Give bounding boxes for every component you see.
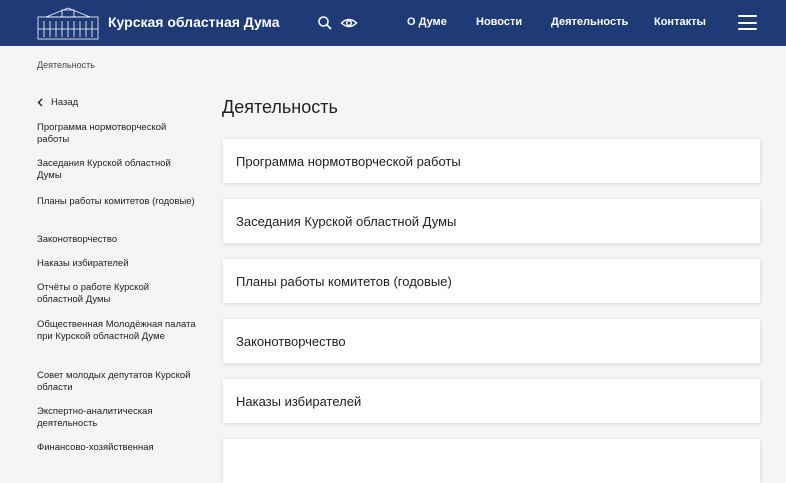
page-title: Деятельность — [222, 97, 338, 117]
card-committee-plans[interactable]: Планы работы комитетов (годовые) — [223, 259, 760, 303]
breadcrumb[interactable]: Деятельность — [37, 60, 95, 70]
sidebar-item-legislation[interactable]: Законотворчество — [37, 234, 197, 246]
card-lawmaking-program[interactable]: Программа нормотворческой работы — [223, 139, 760, 183]
search-icon[interactable] — [316, 14, 334, 32]
nav-news[interactable]: Новости — [476, 16, 522, 28]
sidebar-item-sessions[interactable]: Заседания Курской областной Думы — [37, 158, 197, 182]
sidebar-item-young-deputies[interactable]: Совет молодых депутатов Курской области — [37, 370, 197, 394]
nav-contacts[interactable]: Контакты — [654, 16, 706, 28]
sidebar-item-finance[interactable]: Финансово-хозяйственная — [37, 442, 197, 454]
sidebar-item-expert-analysis[interactable]: Экспертно-аналитическая деятельность — [37, 406, 197, 430]
chevron-left-icon — [37, 98, 43, 107]
back-link[interactable]: Назад — [37, 97, 78, 108]
nav-activity[interactable]: Деятельность — [551, 16, 628, 28]
building-logo-icon[interactable] — [36, 5, 100, 41]
card-legislation[interactable]: Законотворчество — [223, 319, 760, 363]
site-header: Курская областная Дума О Думе Новости Де… — [0, 0, 786, 46]
eye-icon[interactable] — [340, 14, 358, 32]
sidebar-item-committee-plans[interactable]: Планы работы комитетов (годовые) — [37, 196, 197, 208]
hamburger-menu-icon[interactable] — [738, 15, 757, 30]
site-title[interactable]: Курская областная Дума — [108, 14, 280, 30]
sidebar-item-lawmaking-program[interactable]: Программа нормотворческой работы — [37, 122, 197, 146]
card-voter-mandates[interactable]: Наказы избирателей — [223, 379, 760, 423]
sidebar-item-reports[interactable]: Отчёты о работе Курской областной Думы — [37, 282, 197, 306]
sidebar-item-youth-chamber[interactable]: Общественная Молодёжная палата при Курск… — [37, 319, 197, 343]
sidebar-item-voter-mandates[interactable]: Наказы избирателей — [37, 258, 197, 270]
card-next[interactable] — [223, 439, 760, 483]
card-sessions[interactable]: Заседания Курской областной Думы — [223, 199, 760, 243]
nav-about[interactable]: О Думе — [407, 16, 447, 28]
back-label: Назад — [51, 97, 79, 108]
